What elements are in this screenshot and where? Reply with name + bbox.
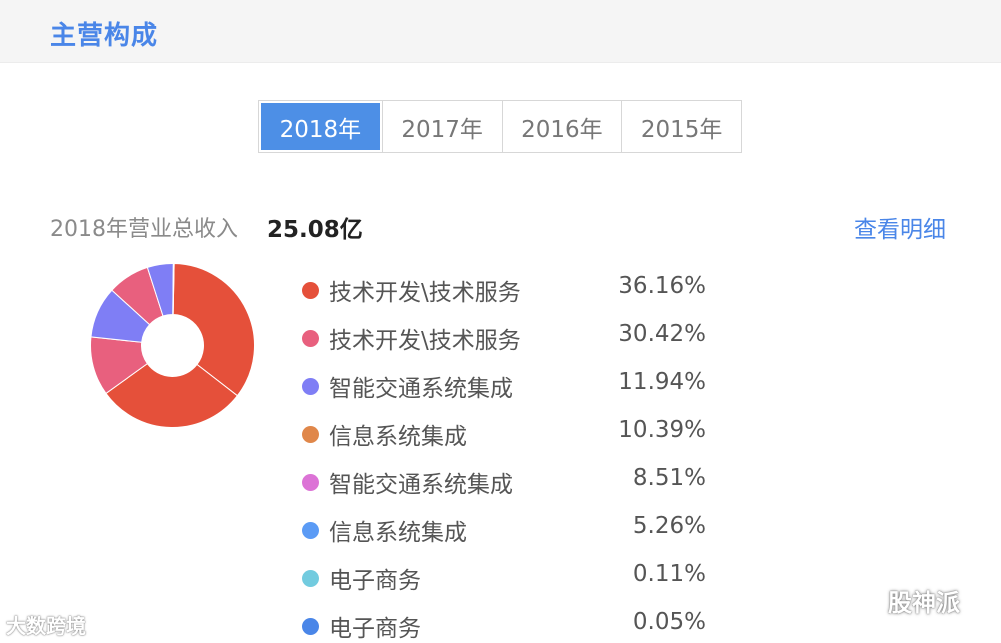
year-tabs: 2018年 2017年 2016年 2015年 [258, 100, 742, 153]
tab-2016[interactable]: 2016年 [501, 101, 622, 152]
watermark-left: 大数跨境 [6, 610, 86, 639]
legend-name: 技术开发\技术服务 [329, 280, 521, 306]
legend-dot-icon [302, 474, 319, 491]
legend-name: 电子商务 [329, 568, 421, 594]
legend-item[interactable]: 智能交通系统集成 11.94% [300, 369, 710, 402]
legend-percent: 10.39% [618, 417, 706, 443]
legend-percent: 11.94% [618, 369, 706, 395]
legend-name: 智能交通系统集成 [329, 376, 513, 402]
watermark-left-text: 大数跨境 [6, 614, 86, 638]
legend-item[interactable]: 电子商务 0.11% [300, 561, 710, 594]
section-header: 主营构成 [0, 0, 1001, 63]
legend-name: 智能交通系统集成 [329, 472, 513, 498]
view-details-link[interactable]: 查看明细 [854, 210, 946, 244]
legend-dot-icon [302, 522, 319, 539]
revenue-label: 2018年营业总收入 [50, 217, 238, 242]
watermark-right: 股神派 [848, 583, 960, 618]
legend-item[interactable]: 技术开发\技术服务 36.16% [300, 273, 710, 306]
legend-name: 信息系统集成 [329, 424, 467, 450]
tab-2017[interactable]: 2017年 [381, 101, 502, 152]
legend-dot-icon [302, 330, 319, 347]
legend-percent: 30.42% [618, 321, 706, 347]
legend-item[interactable]: 智能交通系统集成 8.51% [300, 465, 710, 498]
section-title: 主营构成 [50, 21, 159, 51]
legend-item[interactable]: 信息系统集成 5.26% [300, 513, 710, 546]
legend-dot-icon [302, 570, 319, 587]
legend-dot-icon [302, 618, 319, 635]
wechat-icon [848, 587, 880, 615]
legend-item[interactable]: 信息系统集成 10.39% [300, 417, 710, 450]
legend-percent: 0.05% [632, 609, 706, 635]
legend-name: 电子商务 [329, 616, 421, 642]
legend-dot-icon [302, 426, 319, 443]
legend-dot-icon [302, 378, 319, 395]
watermark-right-text: 股神派 [888, 589, 960, 617]
legend-item[interactable]: 电子商务 0.05% [300, 609, 710, 642]
legend-dot-icon [302, 282, 319, 299]
legend-name: 技术开发\技术服务 [329, 328, 521, 354]
legend-percent: 8.51% [632, 465, 706, 491]
donut-chart [90, 262, 255, 428]
tab-2015[interactable]: 2015年 [621, 101, 741, 152]
legend-percent: 36.16% [618, 273, 706, 299]
legend-percent: 5.26% [632, 513, 706, 539]
revenue-value: 25.08亿 [267, 217, 363, 243]
legend-name: 信息系统集成 [329, 520, 467, 546]
legend-percent: 0.11% [632, 561, 706, 587]
legend-item[interactable]: 技术开发\技术服务 30.42% [300, 321, 710, 354]
tab-2018[interactable]: 2018年 [261, 103, 380, 150]
